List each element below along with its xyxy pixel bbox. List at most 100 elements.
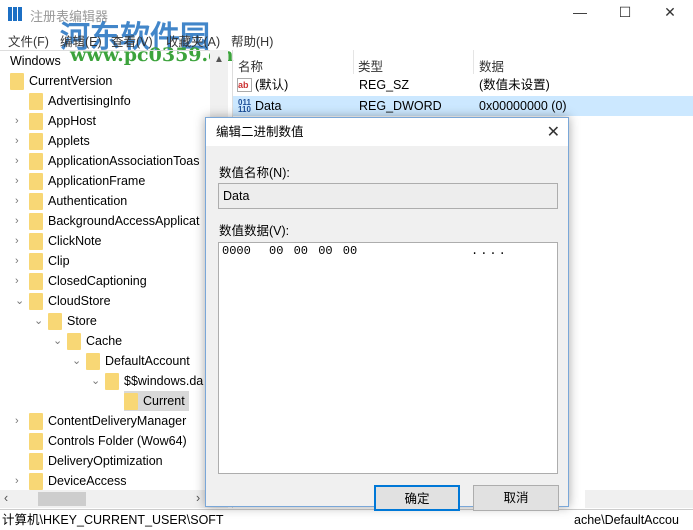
folder-icon xyxy=(29,293,43,311)
hex-editor[interactable]: 0000 00 00 00 00 .... xyxy=(218,242,558,474)
list-row[interactable]: ab (默认) REG_SZ (数值未设置) xyxy=(233,75,693,95)
column-data[interactable]: 数据 xyxy=(479,56,504,75)
collapsed-chevron-icon[interactable]: › xyxy=(15,231,25,251)
folder-icon xyxy=(29,253,43,271)
scroll-right-icon[interactable]: › xyxy=(196,491,200,505)
tree-item-label: Windows xyxy=(10,54,61,68)
value-name-label: 数值名称(N): xyxy=(219,166,290,180)
folder-icon xyxy=(29,453,43,471)
tree-item[interactable]: ⌄ $$windows.da xyxy=(91,371,203,391)
folder-icon xyxy=(10,73,24,91)
scroll-thumb[interactable] xyxy=(38,492,86,506)
tree-item-label: DeviceAccess xyxy=(48,474,127,488)
scroll-left-icon[interactable]: ‹ xyxy=(4,491,8,505)
column-name[interactable]: 名称 xyxy=(238,56,263,75)
tree-item[interactable]: AdvertisingInfo xyxy=(29,91,131,111)
folder-icon xyxy=(29,233,43,251)
ok-button[interactable]: 确定 xyxy=(374,485,460,511)
maximize-button[interactable]: ☐ xyxy=(610,4,640,24)
tree-item[interactable]: › Authentication xyxy=(15,191,128,211)
folder-icon xyxy=(29,213,43,231)
expanded-chevron-icon[interactable]: ⌄ xyxy=(91,371,101,391)
collapsed-chevron-icon[interactable]: › xyxy=(15,191,25,211)
collapsed-chevron-icon[interactable]: › xyxy=(15,271,25,291)
collapsed-chevron-icon[interactable]: › xyxy=(15,471,25,490)
value-name-field[interactable]: Data xyxy=(218,183,558,209)
tree-item[interactable]: Windows xyxy=(10,51,61,71)
expanded-chevron-icon[interactable]: ⌄ xyxy=(34,311,44,331)
regedit-app-icon xyxy=(8,7,22,21)
tree-item[interactable]: › ContentDeliveryManager xyxy=(15,411,187,431)
value-name: Data xyxy=(255,99,282,113)
tree-item[interactable]: › BackgroundAccessApplicat xyxy=(15,211,199,231)
string-value-icon: ab xyxy=(237,78,252,92)
menu-edit[interactable]: 编辑(E) xyxy=(60,31,102,50)
tree-item[interactable]: Current xyxy=(124,391,189,411)
close-button[interactable]: ✕ xyxy=(655,4,685,24)
tree-item-label: DeliveryOptimization xyxy=(48,454,163,468)
tree-item-label: CurrentVersion xyxy=(29,74,113,88)
collapsed-chevron-icon[interactable]: › xyxy=(15,131,25,151)
tree-item-label: Authentication xyxy=(48,194,128,208)
folder-icon xyxy=(29,413,43,431)
expanded-chevron-icon[interactable]: ⌄ xyxy=(72,351,82,371)
collapsed-chevron-icon[interactable]: › xyxy=(15,251,25,271)
dialog-title: 编辑二进制数值 xyxy=(206,118,568,146)
menu-help[interactable]: 帮助(H) xyxy=(231,31,273,50)
status-bar: 计算机\HKEY_CURRENT_USER\SOFT ache\DefaultA… xyxy=(0,509,693,529)
menu-favorites[interactable]: 收藏夹(A) xyxy=(166,31,220,50)
list-row-selected[interactable]: 011 110 Data REG_DWORD 0x00000000 (0) xyxy=(233,96,693,116)
tree-item[interactable]: › ClosedCaptioning xyxy=(15,271,147,291)
tree-item[interactable]: ⌄ DefaultAccount xyxy=(72,351,190,371)
tree-item[interactable]: › Clip xyxy=(15,251,70,271)
folder-icon xyxy=(29,153,43,171)
folder-icon xyxy=(29,473,43,490)
collapsed-chevron-icon[interactable]: › xyxy=(15,171,25,191)
tree-horizontal-scrollbar[interactable]: ‹ › xyxy=(0,490,228,508)
folder-icon xyxy=(29,133,43,151)
registry-tree[interactable]: Windows CurrentVersion AdvertisingInfo › App… xyxy=(0,50,210,490)
folder-icon xyxy=(29,193,43,211)
tree-item-label: Current xyxy=(143,394,185,408)
collapsed-chevron-icon[interactable]: › xyxy=(15,211,25,231)
list-horizontal-scrollbar[interactable] xyxy=(585,490,693,508)
tree-item[interactable]: ⌄ CloudStore xyxy=(15,291,111,311)
tree-item-label: AdvertisingInfo xyxy=(48,94,131,108)
hex-ascii: .... xyxy=(471,244,508,258)
tree-item[interactable]: DeliveryOptimization xyxy=(29,451,163,471)
folder-icon xyxy=(105,373,119,391)
collapsed-chevron-icon[interactable]: › xyxy=(15,111,25,131)
tree-item[interactable]: › ApplicationAssociationToas xyxy=(15,151,199,171)
tree-item[interactable]: › ApplicationFrame xyxy=(15,171,145,191)
menu-view[interactable]: 查看(V) xyxy=(111,31,153,50)
scroll-up-icon[interactable]: ▲ xyxy=(210,50,228,65)
folder-icon xyxy=(29,113,43,131)
tree-item[interactable]: › ClickNote xyxy=(15,231,102,251)
cancel-button[interactable]: 取消 xyxy=(473,485,559,511)
dialog-close-button[interactable]: ✕ xyxy=(547,122,560,142)
folder-icon xyxy=(29,433,43,451)
tree-item[interactable]: › Applets xyxy=(15,131,90,151)
tree-item-label: AppHost xyxy=(48,114,96,128)
status-path-tail: ache\DefaultAccou xyxy=(574,513,679,527)
value-type: REG_SZ xyxy=(359,78,410,92)
tree-item-label: ContentDeliveryManager xyxy=(48,414,187,428)
folder-icon xyxy=(86,353,100,371)
tree-item[interactable]: › DeviceAccess xyxy=(15,471,127,490)
tree-item[interactable]: CurrentVersion xyxy=(10,71,112,91)
value-type: REG_DWORD xyxy=(359,99,442,113)
tree-item[interactable]: ⌄ Cache xyxy=(53,331,122,351)
tree-item[interactable]: › AppHost xyxy=(15,111,96,131)
value-data-label: 数值数据(V): xyxy=(219,224,290,238)
expanded-chevron-icon[interactable]: ⌄ xyxy=(53,331,63,351)
collapsed-chevron-icon[interactable]: › xyxy=(15,151,25,171)
hex-bytes: 00 00 00 00 xyxy=(269,244,358,258)
tree-item[interactable]: ⌄ Store xyxy=(34,311,97,331)
column-type[interactable]: 类型 xyxy=(358,56,383,75)
expanded-chevron-icon[interactable]: ⌄ xyxy=(15,291,25,311)
minimize-button[interactable]: — xyxy=(565,4,595,24)
collapsed-chevron-icon[interactable]: › xyxy=(15,411,25,431)
menu-file[interactable]: 文件(F) xyxy=(8,31,49,50)
folder-icon xyxy=(67,333,81,351)
tree-item[interactable]: Controls Folder (Wow64) xyxy=(29,431,187,451)
